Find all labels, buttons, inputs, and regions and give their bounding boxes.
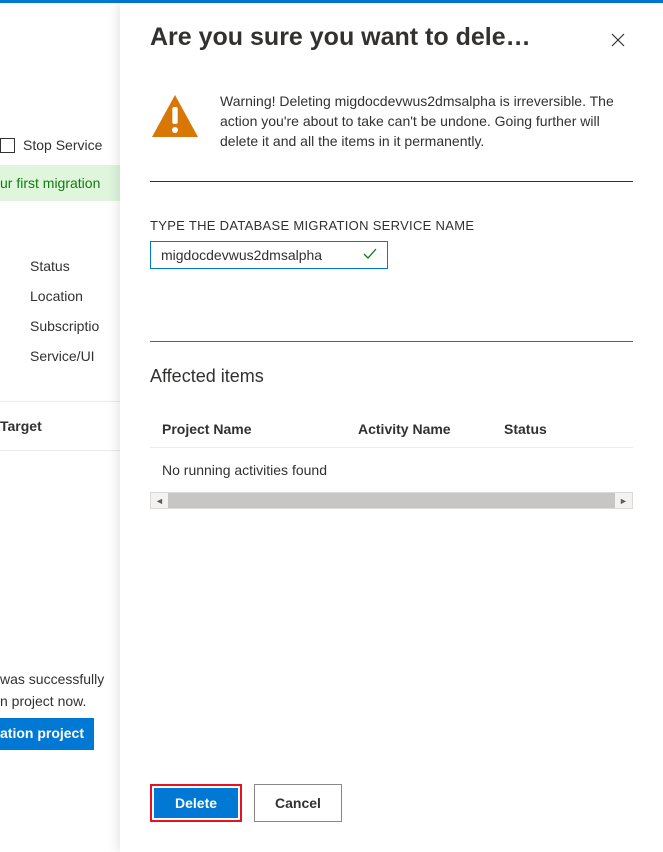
delete-button-highlight: Delete	[150, 784, 242, 822]
column-activity-name: Activity Name	[358, 421, 504, 437]
delete-confirmation-panel: Are you sure you want to dele… Warning! …	[120, 3, 663, 852]
info-row-location: Location	[30, 281, 120, 311]
scroll-thumb[interactable]	[168, 493, 615, 508]
scroll-left-arrow[interactable]: ◄	[151, 493, 168, 508]
affected-items-heading: Affected items	[150, 366, 633, 387]
column-project-name: Project Name	[162, 421, 358, 437]
divider	[150, 181, 633, 182]
affected-items-table-header: Project Name Activity Name Status	[150, 411, 633, 448]
confirm-name-label: TYPE THE DATABASE MIGRATION SERVICE NAME	[150, 218, 633, 233]
panel-title: Are you sure you want to dele…	[150, 23, 591, 52]
stop-service-label: Stop Service	[23, 137, 102, 153]
horizontal-scrollbar[interactable]: ◄ ►	[150, 492, 633, 509]
stop-service-button[interactable]: Stop Service	[0, 133, 120, 165]
divider	[150, 341, 633, 342]
close-icon	[611, 33, 625, 47]
info-row-subscription: Subscriptio	[30, 311, 120, 341]
delete-button[interactable]: Delete	[154, 788, 238, 818]
cancel-button[interactable]: Cancel	[254, 784, 342, 822]
close-button[interactable]	[603, 25, 633, 55]
empty-table-message: No running activities found	[150, 448, 633, 492]
warning-icon	[150, 93, 200, 142]
warning-message: Warning! Deleting migdocdevwus2dmsalpha …	[220, 91, 633, 151]
stop-icon	[0, 138, 15, 153]
confirm-name-field[interactable]	[150, 241, 388, 269]
target-column-header: Target	[0, 402, 120, 451]
background-page: Stop Service ur first migration Status L…	[0, 3, 120, 852]
create-migration-project-button[interactable]: ation project	[0, 718, 94, 750]
scroll-right-arrow[interactable]: ►	[615, 493, 632, 508]
checkmark-icon	[363, 248, 377, 263]
success-banner: ur first migration	[0, 165, 120, 201]
success-message: was successfully n project now.	[0, 668, 104, 712]
column-status: Status	[504, 421, 621, 437]
confirm-name-input[interactable]	[161, 247, 351, 263]
info-row-service: Service/UI	[30, 341, 120, 371]
info-row-status: Status	[30, 251, 120, 281]
